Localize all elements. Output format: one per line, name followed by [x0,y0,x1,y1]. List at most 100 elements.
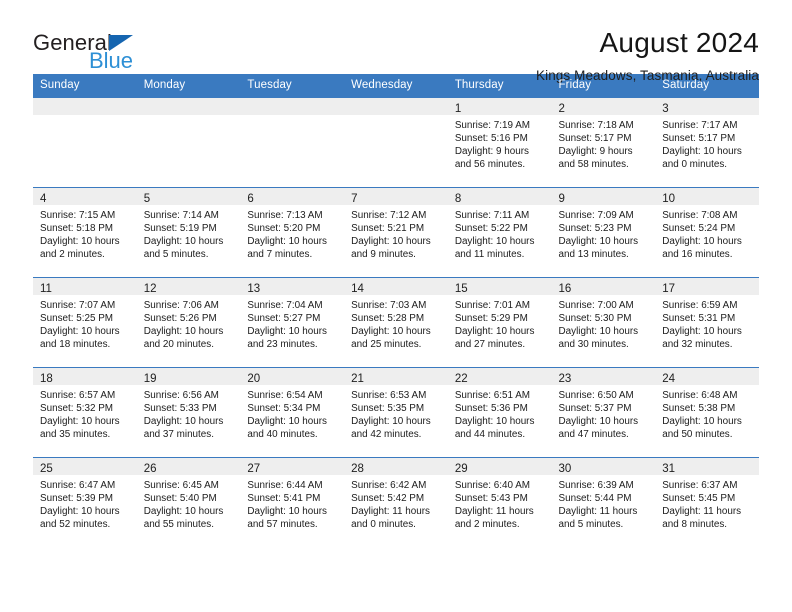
sunrise-text: Sunrise: 6:37 AM [662,480,738,491]
sunrise-text: Sunrise: 6:44 AM [247,480,323,491]
day-cell-details: Sunrise: 7:04 AM Sunset: 5:27 PM Daylight:… [240,295,344,351]
day-cell-inner: 25 Sunrise: 6:47 AM Sunset: 5:39 PM Dayligh… [33,458,137,548]
daylight-text-line2: and 32 minutes. [662,339,733,351]
daylight-text-line2: and 27 minutes. [454,339,526,351]
calendar-day-cell-empty [344,97,448,188]
day-cell-inner: 29 Sunrise: 6:40 AM Sunset: 5:43 PM Dayligh… [447,458,552,548]
sunset-text: Sunset: 5:27 PM [247,313,321,325]
sunrise-text: Sunrise: 7:09 AM [558,210,634,221]
sunset-text: Sunset: 5:23 PM [558,223,632,235]
calendar-day-cell[interactable]: 28 Sunrise: 6:42 AM Sunset: 5:42 PM Dayligh… [344,457,448,548]
calendar-day-cell[interactable]: 17 Sunrise: 6:59 AM Sunset: 5:31 PM Dayligh… [655,277,759,368]
daylight-text-line2: and 35 minutes. [40,429,111,441]
daylight-text-line2: and 44 minutes. [454,429,526,441]
day-number: 18 [40,373,53,385]
day-cell-inner: 5 Sunrise: 7:14 AM Sunset: 5:19 PM Daylight… [136,188,241,277]
brand-name-blue: Blue [89,48,134,73]
calendar-day-cell[interactable]: 4 Sunrise: 7:15 AM Sunset: 5:18 PM Daylight… [33,187,137,278]
calendar-day-cell[interactable]: 5 Sunrise: 7:14 AM Sunset: 5:19 PM Daylight… [136,187,241,278]
day-number: 7 [351,193,358,205]
sunrise-text: Sunrise: 7:00 AM [558,300,634,311]
day-number: 28 [351,463,364,475]
day-cell-inner: 8 Sunrise: 7:11 AM Sunset: 5:22 PM Daylight… [447,188,552,277]
day-number-band: 15 [447,278,552,295]
title-block: August 2024 Kings Meadows, Tasmania, Aus… [536,28,759,84]
calendar-table: Sunday Monday Tuesday Wednesday Thursday… [33,74,759,548]
sunset-text: Sunset: 5:26 PM [143,313,217,325]
day-cell-inner: 26 Sunrise: 6:45 AM Sunset: 5:40 PM Dayligh… [136,458,241,548]
calendar-day-cell[interactable]: 30 Sunrise: 6:39 AM Sunset: 5:44 PM Dayligh… [551,457,656,548]
day-number-band [33,98,137,115]
sunset-text: Sunset: 5:18 PM [40,223,114,235]
calendar-day-cell[interactable]: 19 Sunrise: 6:56 AM Sunset: 5:33 PM Dayligh… [136,367,241,458]
calendar-day-cell[interactable]: 16 Sunrise: 7:00 AM Sunset: 5:30 PM Dayligh… [551,277,656,368]
day-cell-details: Sunrise: 7:11 AM Sunset: 5:22 PM Daylight:… [448,205,552,261]
day-number: 27 [247,463,261,475]
brand-triangle-icon [108,35,133,51]
daylight-text-line1: Daylight: 10 hours [558,236,639,248]
sunset-text: Sunset: 5:19 PM [143,223,217,235]
calendar-day-cell[interactable]: 23 Sunrise: 6:50 AM Sunset: 5:37 PM Dayligh… [551,367,656,458]
calendar-day-cell[interactable]: 13 Sunrise: 7:04 AM Sunset: 5:27 PM Dayligh… [240,277,345,368]
calendar-day-cell[interactable]: 29 Sunrise: 6:40 AM Sunset: 5:43 PM Dayligh… [447,457,552,548]
day-number-band: 12 [136,278,241,295]
calendar-day-cell[interactable]: 3 Sunrise: 7:17 AM Sunset: 5:17 PM Daylight… [655,97,759,188]
day-cell-inner: 6 Sunrise: 7:13 AM Sunset: 5:20 PM Daylight… [240,188,345,277]
daylight-text-line2: and 7 minutes. [247,249,313,261]
calendar-day-cell[interactable]: 31 Sunrise: 6:37 AM Sunset: 5:45 PM Dayligh… [655,457,759,548]
calendar-day-cell[interactable]: 18 Sunrise: 6:57 AM Sunset: 5:32 PM Dayligh… [33,367,137,458]
calendar-day-cell[interactable]: 24 Sunrise: 6:48 AM Sunset: 5:38 PM Dayligh… [655,367,759,458]
day-number-band: 25 [33,458,137,475]
day-number-band: 29 [447,458,552,475]
calendar-day-cell[interactable]: 11 Sunrise: 7:07 AM Sunset: 5:25 PM Dayligh… [33,277,137,368]
sunset-text: Sunset: 5:20 PM [247,223,321,235]
brand-logo[interactable]: General Blue [33,28,233,72]
day-cell-inner [33,98,137,187]
day-cell-details: Sunrise: 7:01 AM Sunset: 5:29 PM Daylight:… [448,295,552,351]
day-number: 11 [40,283,52,295]
day-cell-details: Sunrise: 7:07 AM Sunset: 5:25 PM Daylight:… [33,295,137,351]
day-cell-details: Sunrise: 7:06 AM Sunset: 5:26 PM Daylight:… [137,295,241,351]
daylight-text-line1: Daylight: 10 hours [662,236,742,248]
day-number-band: 26 [136,458,241,475]
calendar-day-cell[interactable]: 26 Sunrise: 6:45 AM Sunset: 5:40 PM Dayligh… [136,457,241,548]
sunset-text: Sunset: 5:16 PM [454,133,528,145]
calendar-day-cell[interactable]: 22 Sunrise: 6:51 AM Sunset: 5:36 PM Dayligh… [447,367,552,458]
calendar-day-cell[interactable]: 14 Sunrise: 7:03 AM Sunset: 5:28 PM Dayligh… [344,277,448,368]
sunset-text: Sunset: 5:30 PM [558,313,632,325]
daylight-text-line1: Daylight: 10 hours [351,416,431,428]
day-number-band: 11 [33,278,137,295]
day-cell-details [33,115,137,119]
calendar-day-cell[interactable]: 9 Sunrise: 7:09 AM Sunset: 5:23 PM Daylight… [551,187,656,278]
day-number: 16 [558,283,572,295]
calendar-day-cell-empty [240,97,345,188]
daylight-text-line1: Daylight: 11 hours [454,506,534,518]
calendar-day-cell[interactable]: 25 Sunrise: 6:47 AM Sunset: 5:39 PM Dayligh… [33,457,137,548]
daylight-text-line2: and 8 minutes. [662,519,727,531]
day-cell-details: Sunrise: 6:50 AM Sunset: 5:37 PM Daylight:… [552,385,656,441]
daylight-text-line1: Daylight: 9 hours [558,146,633,158]
calendar-day-cell[interactable]: 15 Sunrise: 7:01 AM Sunset: 5:29 PM Dayligh… [447,277,552,368]
calendar-day-cell[interactable]: 2 Sunrise: 7:18 AM Sunset: 5:17 PM Daylight… [551,97,656,188]
calendar-day-cell[interactable]: 20 Sunrise: 6:54 AM Sunset: 5:34 PM Dayligh… [240,367,345,458]
calendar-day-cell[interactable]: 12 Sunrise: 7:06 AM Sunset: 5:26 PM Dayligh… [136,277,241,368]
calendar-day-cell[interactable]: 27 Sunrise: 6:44 AM Sunset: 5:41 PM Dayligh… [240,457,345,548]
day-number-band: 9 [551,188,656,205]
day-number-band: 30 [551,458,656,475]
day-number: 15 [454,283,468,295]
weekday-header-sunday: Sunday [33,74,137,98]
sunrise-text: Sunrise: 6:50 AM [558,390,634,401]
calendar-day-cell[interactable]: 6 Sunrise: 7:13 AM Sunset: 5:20 PM Daylight… [240,187,345,278]
calendar-day-cell[interactable]: 10 Sunrise: 7:08 AM Sunset: 5:24 PM Dayligh… [655,187,759,278]
daylight-text-line2: and 0 minutes. [662,159,727,171]
calendar-day-cell[interactable]: 21 Sunrise: 6:53 AM Sunset: 5:35 PM Dayligh… [344,367,448,458]
calendar-day-cell[interactable]: 7 Sunrise: 7:12 AM Sunset: 5:21 PM Daylight… [344,187,448,278]
day-cell-inner: 21 Sunrise: 6:53 AM Sunset: 5:35 PM Dayligh… [344,368,448,457]
daylight-text-line1: Daylight: 10 hours [454,416,535,428]
calendar-day-cell[interactable]: 1 Sunrise: 7:19 AM Sunset: 5:16 PM Daylight… [447,97,552,188]
day-number: 25 [40,463,53,475]
day-number-band [240,98,345,115]
calendar-day-cell[interactable]: 8 Sunrise: 7:11 AM Sunset: 5:22 PM Daylight… [447,187,552,278]
day-number: 13 [247,283,261,295]
sunrise-text: Sunrise: 7:04 AM [247,300,323,311]
